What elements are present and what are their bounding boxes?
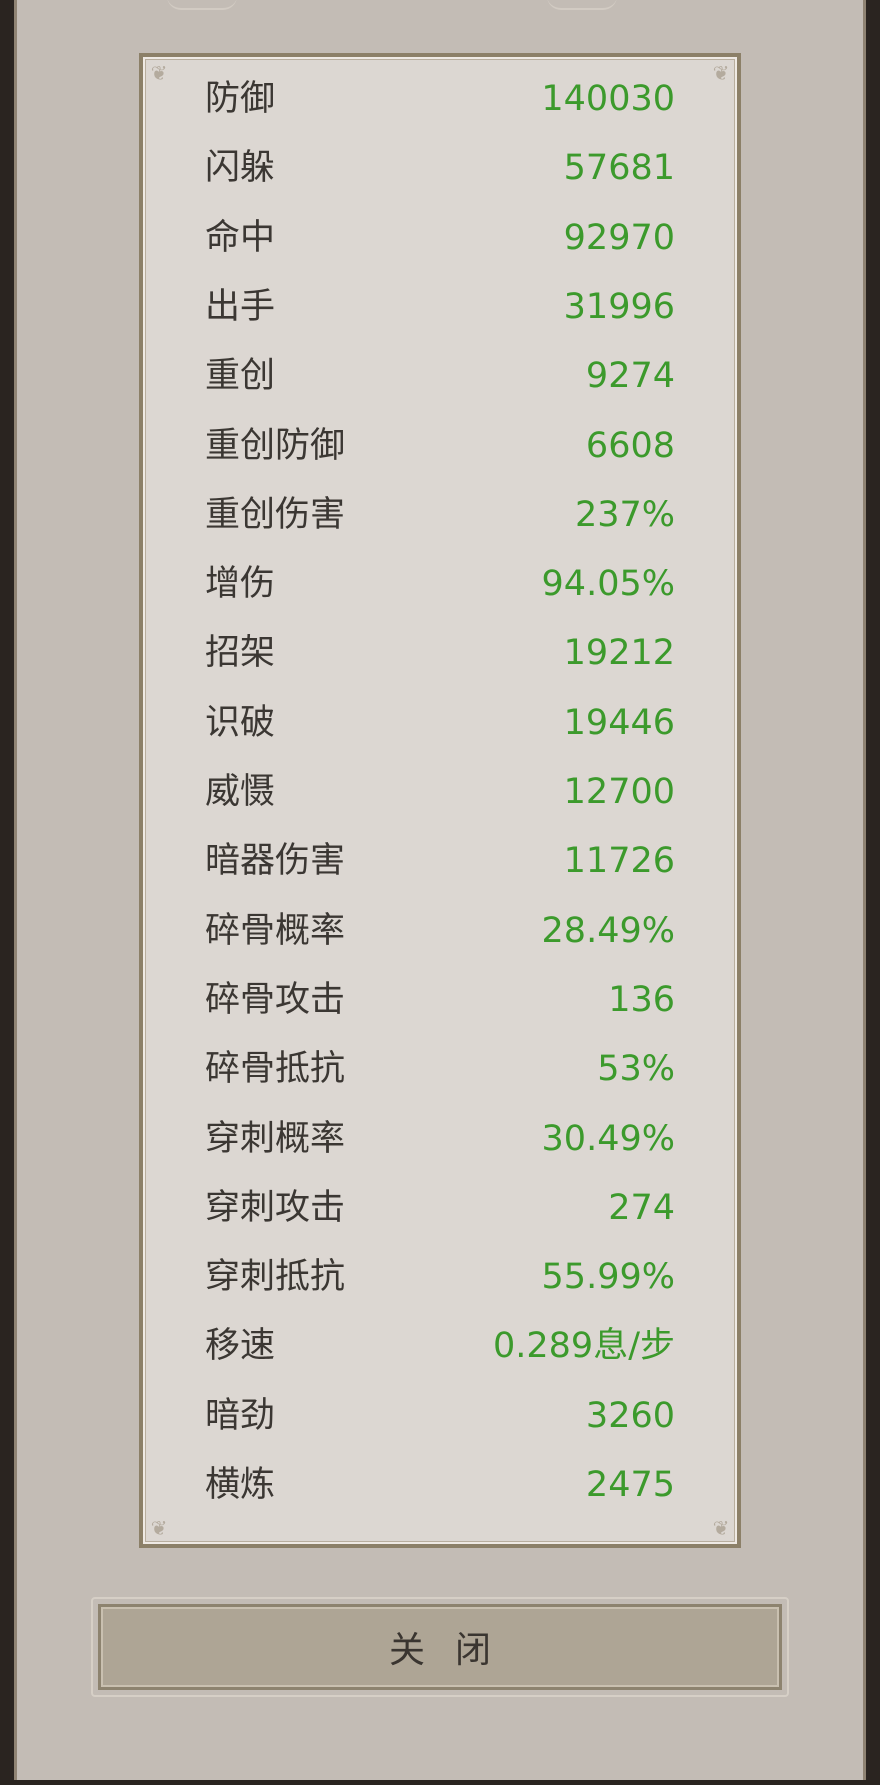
stat-row: 碎骨抵抗 53% xyxy=(205,1039,675,1099)
stat-label: 威慑 xyxy=(205,772,276,812)
top-ornament-icon xyxy=(167,0,237,10)
stat-row: 暗器伤害 11726 xyxy=(205,831,675,891)
stat-label: 横炼 xyxy=(205,1465,276,1505)
stat-value: 19212 xyxy=(563,633,675,674)
stat-row: 增伤 94.05% xyxy=(205,554,675,614)
stat-value: 55.99% xyxy=(541,1257,675,1298)
stat-row: 横炼 2475 xyxy=(205,1455,675,1515)
close-button-frame: 关闭 xyxy=(91,1597,789,1697)
stat-label: 命中 xyxy=(205,217,276,258)
stat-value: 94.05% xyxy=(541,564,675,605)
stat-value: 31996 xyxy=(563,286,675,327)
stat-value: 30.49% xyxy=(541,1118,675,1159)
stat-row: 重创伤害 237% xyxy=(205,485,675,545)
stat-label: 穿刺抵抗 xyxy=(205,1257,346,1298)
stat-label: 出手 xyxy=(205,286,276,327)
stat-value: 28.49% xyxy=(541,910,675,951)
stat-value: 11726 xyxy=(563,841,675,882)
stat-row: 暗劲 3260 xyxy=(205,1386,675,1446)
stat-value: 3260 xyxy=(585,1395,675,1436)
stat-value: 136 xyxy=(608,979,675,1020)
stat-row: 出手 31996 xyxy=(205,277,675,337)
stat-value: 237% xyxy=(574,494,675,535)
stat-value: 92970 xyxy=(563,217,675,258)
stat-row: 穿刺抵抗 55.99% xyxy=(205,1247,675,1307)
stat-label: 增伤 xyxy=(205,564,276,605)
stat-value: 2475 xyxy=(585,1465,675,1505)
stat-value: 6608 xyxy=(585,425,675,466)
stat-row: 威慑 12700 xyxy=(205,762,675,822)
stat-row: 防御 140030 xyxy=(205,69,675,129)
stat-label: 穿刺概率 xyxy=(205,1118,346,1159)
stat-row: 重创防御 6608 xyxy=(205,416,675,476)
stat-value: 140030 xyxy=(541,79,675,119)
stat-value: 57681 xyxy=(563,148,675,189)
stat-label: 碎骨攻击 xyxy=(205,979,346,1020)
stat-label: 暗劲 xyxy=(205,1395,276,1436)
stat-label: 防御 xyxy=(205,79,276,119)
stat-label: 重创 xyxy=(205,356,276,397)
stat-label: 碎骨概率 xyxy=(205,910,346,951)
stat-value: 274 xyxy=(608,1187,675,1228)
stat-row: 识破 19446 xyxy=(205,693,675,753)
stat-row: 碎骨概率 28.49% xyxy=(205,901,675,961)
close-button-label: 关闭 xyxy=(388,1630,521,1671)
stat-row: 命中 92970 xyxy=(205,208,675,268)
stat-label: 闪躲 xyxy=(205,148,276,189)
stat-value: 12700 xyxy=(563,772,675,812)
stat-label: 重创伤害 xyxy=(205,494,346,535)
stat-row: 重创 9274 xyxy=(205,346,675,406)
stat-label: 招架 xyxy=(205,633,276,674)
stat-label: 移速 xyxy=(205,1326,276,1367)
stat-label: 识破 xyxy=(205,702,276,743)
stat-value: 9274 xyxy=(585,356,675,397)
stat-row: 穿刺攻击 274 xyxy=(205,1178,675,1238)
stat-label: 碎骨抵抗 xyxy=(205,1049,346,1090)
stat-row: 移速 0.289息/步 xyxy=(205,1316,675,1376)
stat-value: 53% xyxy=(597,1049,675,1090)
top-ornament-icon xyxy=(547,0,617,10)
stat-value: 0.289息/步 xyxy=(493,1326,675,1367)
stat-row: 闪躲 57681 xyxy=(205,138,675,198)
stat-list: 防御 140030 闪躲 57681 命中 92970 出手 31996 重创 9274 重创防御 6… xyxy=(143,57,737,1544)
stat-label: 穿刺攻击 xyxy=(205,1187,346,1228)
close-button[interactable]: 关闭 xyxy=(98,1604,782,1690)
stats-panel: ❦ ❦ ❦ ❦ 防御 140030 闪躲 57681 命中 92970 出手 31996 重创 9… xyxy=(139,53,741,1548)
stat-value: 19446 xyxy=(563,702,675,743)
stat-row: 碎骨攻击 136 xyxy=(205,970,675,1030)
stat-row: 穿刺概率 30.49% xyxy=(205,1109,675,1169)
stat-label: 重创防御 xyxy=(205,425,346,466)
stat-label: 暗器伤害 xyxy=(205,841,346,882)
stat-row: 招架 19212 xyxy=(205,623,675,683)
